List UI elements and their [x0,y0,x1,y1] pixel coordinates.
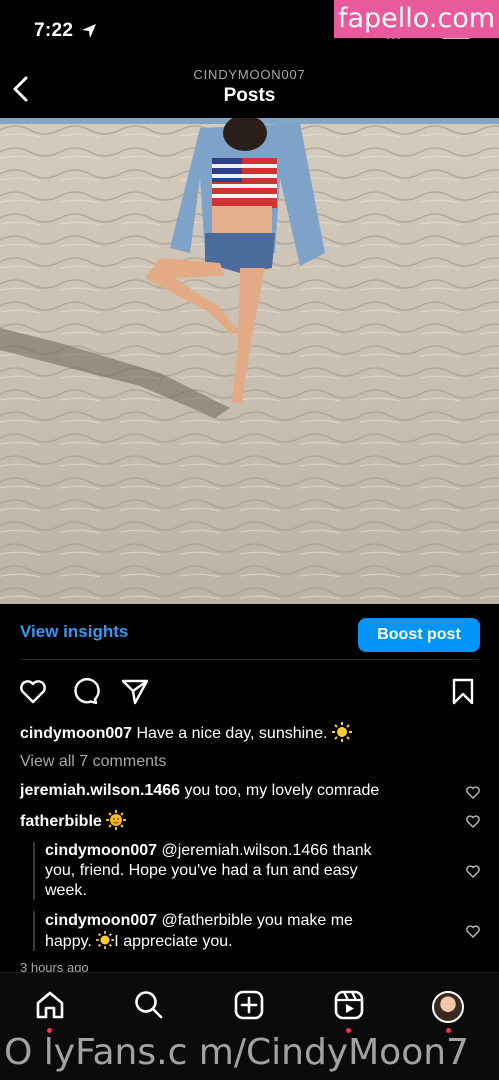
create-icon[interactable] [233,989,265,1021]
divider [20,659,479,660]
comment-text: you too, my lovely comrade [184,782,380,799]
reply-thread-line [33,911,35,951]
comment-like-icon[interactable] [465,813,481,829]
comment-like-icon[interactable] [465,923,481,939]
post-caption: cindymoon007 Have a nice day, sunshine. [20,722,352,744]
reply-text-line1: @fatherbible you make me [161,912,353,929]
reply-thread-line [33,842,35,900]
reply-text-line1: @jeremiah.wilson.1466 thank [161,842,372,859]
comment-like-icon[interactable] [465,863,481,879]
reels-icon[interactable] [333,989,365,1021]
comment-item: jeremiah.wilson.1466 you too, my lovely … [20,781,379,801]
reply-text-line2: you, friend. Hope you've had a fun and e… [45,862,358,879]
comment-username[interactable]: jeremiah.wilson.1466 [20,782,180,799]
reply-username[interactable]: cindymoon007 [45,912,157,929]
view-all-comments-link[interactable]: View all 7 comments [20,752,166,772]
reply-text-line2b: I appreciate you. [114,933,233,950]
header-username: CINDYMOON007 [193,67,306,82]
reply-item: cindymoon007 @fatherbible you make me ha… [45,911,445,952]
status-time: 7:22 [34,20,74,41]
watermark-top: fapello.com [334,0,499,38]
comment-icon[interactable] [70,676,100,706]
sun-face-emoji-icon [106,810,127,830]
reply-username[interactable]: cindymoon007 [45,842,157,859]
watermark-bottom: O lyFans.c m/CindyMoon7 [4,1032,469,1073]
search-icon[interactable] [133,989,165,1021]
page-header: CINDYMOON007 Posts [0,60,499,118]
insights-row: View insights Boost post [0,604,499,660]
sun-emoji-icon [96,931,115,949]
boost-post-button[interactable]: Boost post [358,618,480,652]
caption-username[interactable]: cindymoon007 [20,725,132,742]
reply-text-line3: week. [45,882,87,899]
save-bookmark-icon[interactable] [448,676,478,706]
share-icon[interactable] [120,676,150,706]
comment-like-icon[interactable] [465,784,481,800]
sun-emoji-icon [331,722,352,742]
page-title: Posts [223,85,276,106]
post-actions [0,672,499,712]
view-insights-link[interactable]: View insights [20,622,128,642]
post-image[interactable] [0,118,499,604]
comment-username[interactable]: fatherbible [20,813,102,830]
reply-item: cindymoon007 @jeremiah.wilson.1466 thank… [45,841,445,901]
home-icon[interactable] [34,989,66,1021]
comment-item: fatherbible [20,810,127,832]
profile-avatar[interactable] [432,991,464,1023]
like-heart-icon[interactable] [18,676,48,706]
reply-text-line2a: happy. [45,933,97,950]
caption-text: Have a nice day, sunshine. [136,725,328,742]
location-arrow-icon [82,24,96,38]
